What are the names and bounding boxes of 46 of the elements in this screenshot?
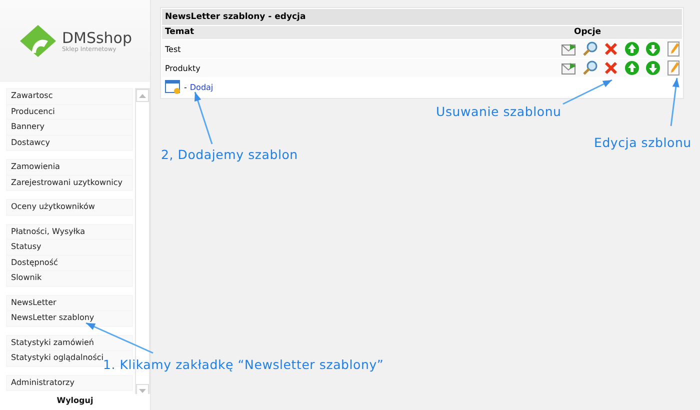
sidebar-item[interactable]: NewsLetter — [7, 296, 132, 310]
scroll-down-icon[interactable] — [136, 384, 149, 394]
annotation-text: 2, Dodajemy szablon — [161, 147, 298, 162]
logo-name: DMSshop — [62, 30, 132, 46]
sidebar-item[interactable]: Oceny użytkowników — [7, 200, 132, 214]
arrow-down-icon[interactable] — [645, 41, 661, 57]
scroll-up-icon[interactable] — [136, 89, 149, 102]
delete-icon[interactable] — [603, 60, 619, 76]
arrow — [562, 79, 612, 105]
table-cell-text: Produkty — [164, 64, 202, 72]
arrow-down-icon[interactable] — [645, 60, 661, 76]
annotation-text: Edycja szblonu — [594, 135, 692, 150]
sidebar-item[interactable]: Zawartosc — [7, 89, 132, 104]
add-link[interactable]: Dodaj — [190, 82, 214, 92]
column-header: Opcje — [573, 26, 602, 39]
sidebar-item[interactable]: Administratorzy — [7, 376, 132, 390]
logo-icon — [18, 23, 58, 59]
sidebar-item[interactable]: Slownik — [7, 271, 132, 286]
sidebar-item[interactable]: Dostawcy — [7, 136, 132, 150]
sidebar-item[interactable]: Płatności, Wysyłka — [7, 224, 132, 239]
envelope-icon[interactable] — [561, 60, 577, 76]
sidebar-item[interactable]: Zarejestrowani uzytkownicy — [7, 176, 132, 190]
sidebar-item[interactable]: Bannery — [7, 120, 132, 134]
arrow-up-icon[interactable] — [624, 41, 640, 57]
sidebar-item[interactable]: Producenci — [7, 104, 132, 119]
sidebar-item[interactable]: Statystyki zamówień — [7, 336, 132, 350]
table-cell-text: Test — [164, 44, 182, 54]
edit-icon[interactable] — [666, 41, 682, 57]
separator-text: - — [184, 82, 187, 92]
annotation-text: Usuwanie szablonu — [436, 104, 562, 119]
envelope-icon[interactable] — [561, 41, 577, 57]
arrow — [670, 78, 680, 126]
delete-icon[interactable] — [603, 41, 619, 57]
search-icon[interactable] — [582, 41, 598, 57]
add-template-icon[interactable] — [165, 80, 181, 94]
search-icon[interactable] — [582, 60, 598, 76]
sidebar-item[interactable]: Statusy — [7, 240, 132, 254]
logout-link[interactable]: Wyloguj — [0, 394, 150, 410]
edit-icon[interactable] — [666, 60, 682, 76]
sidebar-item[interactable]: Dostępność — [7, 256, 132, 270]
column-header: Temat — [164, 26, 196, 39]
sidebar-item[interactable]: Zamowienia — [7, 160, 132, 174]
arrow-up-icon[interactable] — [624, 60, 640, 76]
panel-title: NewsLetter szablony - edycja — [162, 9, 682, 25]
arrow — [194, 92, 213, 144]
sidebar-item[interactable]: NewsLetter szablony — [7, 311, 132, 326]
